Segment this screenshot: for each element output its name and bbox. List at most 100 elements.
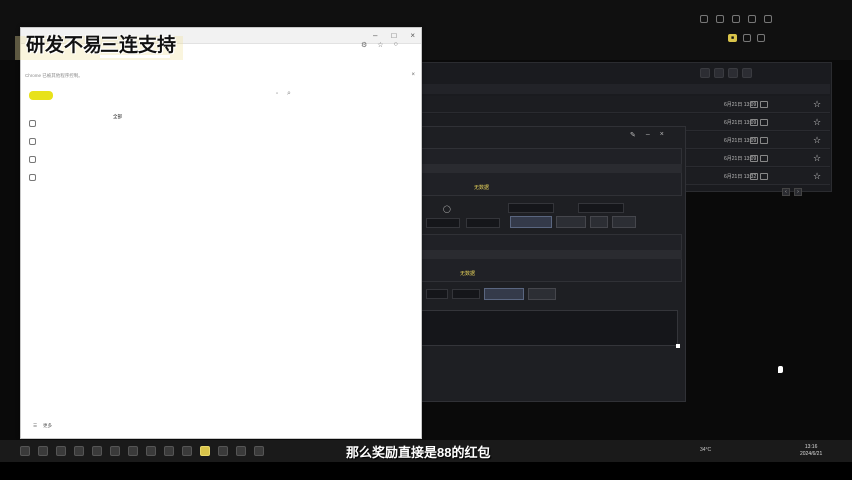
date-field[interactable] — [578, 203, 624, 213]
clock-time: 13:16 — [804, 444, 818, 450]
date-field[interactable] — [508, 203, 554, 213]
extension-icon[interactable]: ⚙ — [361, 41, 367, 49]
sidebar-item[interactable] — [29, 132, 42, 150]
more-menu[interactable]: ☰ 更多 — [33, 423, 52, 429]
copy-icon[interactable] — [760, 101, 768, 108]
close-icon[interactable]: × — [411, 72, 415, 78]
input-field[interactable] — [426, 218, 460, 228]
mouse-cursor — [778, 366, 783, 373]
action-button[interactable] — [556, 216, 586, 228]
table-header — [420, 84, 830, 94]
app-icon[interactable] — [200, 446, 210, 456]
copy-icon[interactable] — [760, 137, 768, 144]
profile-icon[interactable]: ○ — [394, 41, 398, 49]
app-icon[interactable] — [146, 446, 156, 456]
video-subtitle: 那么奖励直接是88的红包 — [346, 445, 491, 460]
action-button[interactable] — [510, 216, 552, 228]
copy-icon[interactable] — [760, 119, 768, 126]
star-icon[interactable]: ☆ — [813, 171, 821, 182]
app-icon[interactable] — [110, 446, 120, 456]
user-icon — [29, 173, 36, 181]
edit-icon[interactable] — [750, 173, 758, 180]
no-data-text: 无数据 — [474, 185, 490, 191]
app-icon[interactable] — [92, 446, 102, 456]
tool-icon[interactable] — [732, 15, 740, 23]
app-icon[interactable] — [56, 446, 66, 456]
toolbar-button[interactable] — [742, 68, 752, 78]
app-icon[interactable] — [74, 446, 84, 456]
tool-icon[interactable] — [757, 34, 766, 42]
dialog-table-header — [420, 164, 682, 173]
pagination: ‹ › — [782, 188, 802, 196]
camera-icon[interactable]: ▫ — [276, 91, 278, 97]
input-field[interactable] — [426, 289, 448, 299]
maximize-icon[interactable]: □ — [391, 31, 396, 40]
star-icon[interactable]: ☆ — [813, 117, 821, 128]
status-badge: ■ — [728, 34, 738, 42]
star-icon[interactable]: ☆ — [813, 153, 821, 164]
pin-icon[interactable]: ✎ — [630, 131, 636, 139]
clock-date: 2024/6/21 — [800, 451, 823, 457]
search-icon[interactable] — [38, 446, 48, 456]
next-page-button[interactable]: › — [794, 188, 802, 196]
app-icon[interactable] — [218, 446, 228, 456]
menu-icon: ☰ — [33, 423, 38, 428]
app-icon[interactable] — [164, 446, 174, 456]
dialog-table-header — [420, 250, 682, 259]
app-icon[interactable] — [128, 446, 138, 456]
top-right-toolbar — [700, 10, 852, 28]
background-app-toolbar — [700, 68, 752, 78]
edit-icon[interactable] — [750, 101, 758, 108]
radio-icon[interactable]: ◯ — [443, 205, 451, 213]
toolbar-button[interactable] — [714, 68, 724, 78]
action-button[interactable] — [484, 288, 524, 300]
edit-icon[interactable] — [750, 137, 758, 144]
app-icon[interactable] — [182, 446, 192, 456]
action-button[interactable] — [590, 216, 608, 228]
table-row[interactable]: 6月21日 13:09 ☆ — [420, 96, 830, 113]
sidebar-item[interactable] — [29, 114, 42, 132]
overlay-brand-text: 三连支持 — [100, 35, 177, 56]
app-icon[interactable] — [254, 446, 264, 456]
action-button[interactable] — [528, 288, 556, 300]
action-button[interactable] — [612, 216, 636, 228]
toolbar-button[interactable] — [700, 68, 710, 78]
more-label: 更多 — [43, 423, 53, 428]
resize-handle[interactable] — [676, 344, 680, 348]
input-field[interactable] — [466, 218, 500, 228]
tool-icon[interactable] — [700, 15, 708, 23]
close-icon[interactable]: × — [410, 31, 415, 40]
copy-icon[interactable] — [760, 173, 768, 180]
weather-widget[interactable]: 34°C — [700, 447, 711, 453]
sidebar-item[interactable] — [29, 150, 42, 168]
tool-icon[interactable] — [743, 34, 752, 42]
minimize-icon[interactable]: – — [373, 31, 377, 40]
star-icon[interactable]: ☆ — [813, 99, 821, 110]
search-icon[interactable]: ⌕ — [287, 90, 291, 98]
star-icon[interactable]: ☆ — [813, 135, 821, 146]
notes-textarea[interactable] — [420, 310, 678, 346]
system-clock[interactable]: 13:16 2024/6/21 — [800, 444, 822, 458]
automation-notice: Chrome 已被其他程序控制。 — [25, 73, 83, 78]
close-icon[interactable]: × — [660, 131, 664, 139]
site-logo[interactable] — [29, 91, 53, 100]
start-icon[interactable] — [20, 446, 30, 456]
star-icon[interactable]: ☆ — [377, 41, 383, 49]
toolbar-button[interactable] — [728, 68, 738, 78]
address-bar-icons: ⚙ ☆ ○ — [361, 41, 398, 49]
tool-icon[interactable] — [716, 15, 724, 23]
tab-all[interactable]: 全部 — [113, 114, 122, 120]
input-field[interactable] — [452, 289, 480, 299]
edit-icon[interactable] — [750, 119, 758, 126]
prev-page-button[interactable]: ‹ — [782, 188, 790, 196]
minimize-icon[interactable]: – — [646, 131, 650, 139]
copy-icon[interactable] — [760, 155, 768, 162]
edit-icon[interactable] — [750, 155, 758, 162]
home-icon — [29, 119, 36, 127]
sidebar-item[interactable] — [29, 168, 42, 186]
taskbar-apps — [20, 446, 264, 456]
tool-icon[interactable] — [748, 15, 756, 23]
app-icon[interactable] — [236, 446, 246, 456]
tool-icon[interactable] — [764, 15, 772, 23]
no-data-text: 无数据 — [460, 271, 476, 277]
